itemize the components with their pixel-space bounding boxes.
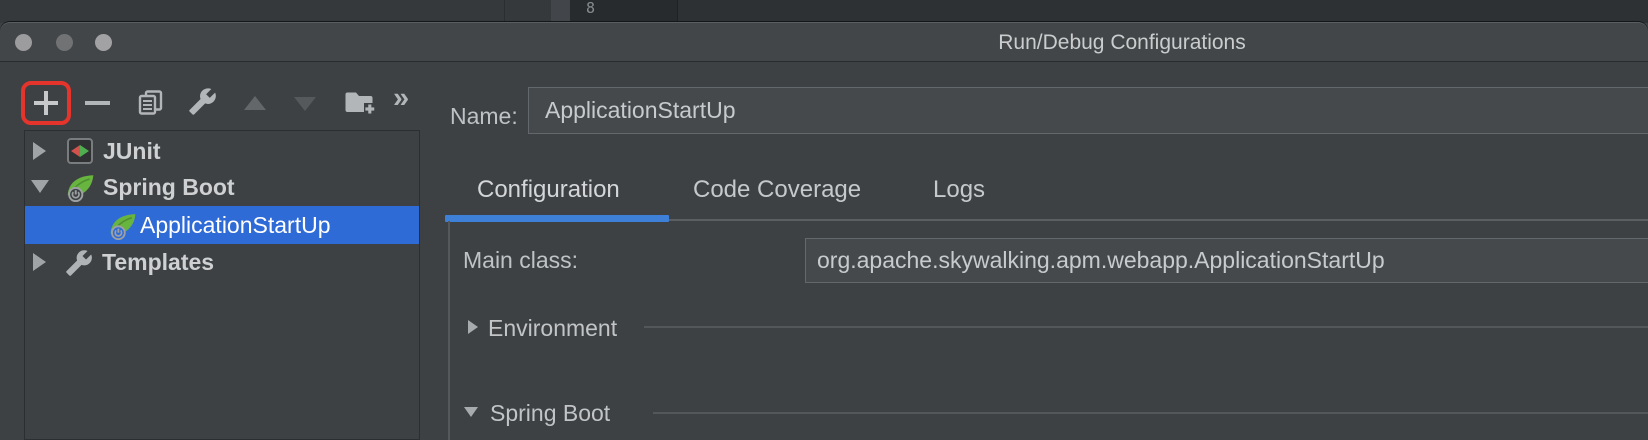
tree-item-spring-boot[interactable]: Spring Boot <box>24 169 420 205</box>
spring-boot-collapse-icon[interactable] <box>464 407 478 417</box>
spring-boot-section-label[interactable]: Spring Boot <box>490 400 610 427</box>
environment-separator-line <box>644 326 1648 328</box>
new-folder-button[interactable] <box>344 89 375 115</box>
tree-item-label: Spring Boot <box>103 169 235 205</box>
dialog-title-bar[interactable] <box>0 22 1648 62</box>
junit-icon <box>67 138 93 164</box>
close-window-button[interactable] <box>15 34 32 51</box>
tree-item-label: ApplicationStartUp <box>140 206 331 244</box>
zoom-window-button[interactable] <box>95 34 112 51</box>
tab-code-coverage[interactable]: Code Coverage <box>693 177 861 202</box>
minimize-window-button[interactable] <box>56 34 73 51</box>
edit-defaults-button[interactable] <box>188 87 217 116</box>
content-left-border <box>448 221 450 440</box>
tree-item-label: JUnit <box>103 133 161 169</box>
main-class-label: Main class: <box>463 247 578 274</box>
copy-configuration-button[interactable] <box>137 89 164 116</box>
folder-add-icon <box>344 89 375 115</box>
wrench-icon <box>65 249 93 277</box>
tree-item-applicationstartup-selected[interactable]: ApplicationStartUp <box>25 206 419 244</box>
editor-line-number: 8 <box>586 0 595 17</box>
screenshot-root: 8 Run/Debug Configurations <box>0 0 1648 440</box>
tab-configuration[interactable]: Configuration <box>477 177 620 202</box>
wrench-icon <box>188 87 217 116</box>
spring-boot-icon <box>107 211 138 240</box>
more-actions-button[interactable]: » <box>393 84 407 113</box>
name-label: Name: <box>450 103 518 130</box>
copy-icon <box>137 89 164 116</box>
tab-separator-line <box>669 219 1648 221</box>
add-configuration-button[interactable] <box>34 91 58 115</box>
name-input[interactable] <box>528 87 1648 134</box>
expand-arrow-icon[interactable] <box>33 253 46 271</box>
spring-boot-icon <box>64 172 96 202</box>
collapse-arrow-icon[interactable] <box>31 180 49 193</box>
tab-logs[interactable]: Logs <box>933 177 985 202</box>
expand-arrow-icon[interactable] <box>33 142 46 160</box>
environment-section-label[interactable]: Environment <box>488 315 617 342</box>
main-class-input[interactable] <box>805 238 1648 283</box>
background-editor-scrollbar[interactable] <box>551 0 570 23</box>
tree-item-junit[interactable]: JUnit <box>24 133 420 169</box>
spring-boot-separator-line <box>653 412 1648 414</box>
background-panel-divider <box>504 0 505 23</box>
tree-item-label: Templates <box>102 244 214 280</box>
environment-expand-icon[interactable] <box>468 320 478 334</box>
tree-item-templates[interactable]: Templates <box>24 244 420 280</box>
move-down-button[interactable] <box>294 97 316 111</box>
active-tab-underline <box>445 215 669 222</box>
remove-configuration-button[interactable] <box>85 101 110 105</box>
dialog-title: Run/Debug Configurations <box>998 31 1246 55</box>
background-editor-area <box>677 0 1648 23</box>
move-up-button[interactable] <box>244 96 266 110</box>
